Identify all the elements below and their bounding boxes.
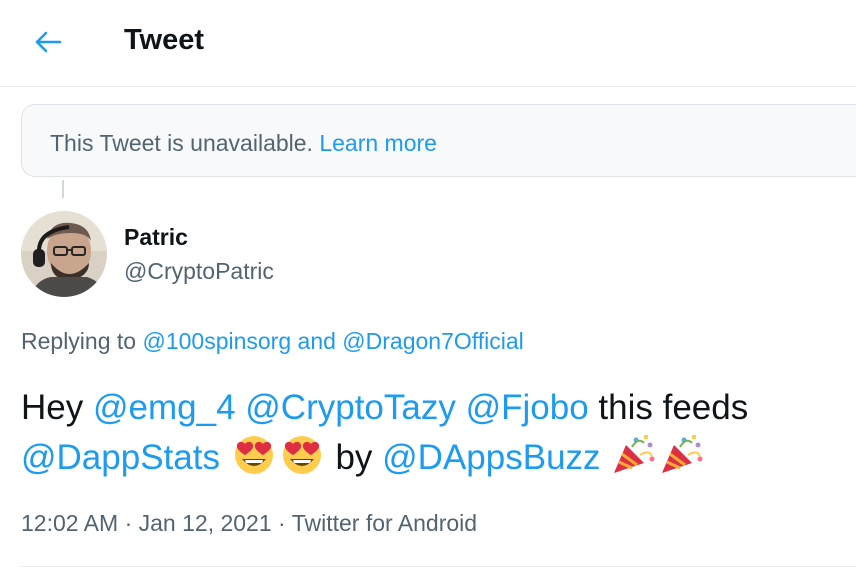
meta-separator: · — [124, 510, 133, 536]
notice-message: This Tweet is unavailable. — [50, 130, 313, 156]
notice-text-line: This Tweet is unavailable. Learn more — [50, 130, 437, 157]
profile-photo — [21, 211, 107, 297]
reply-conjunction[interactable]: and — [298, 328, 336, 354]
meta-divider — [21, 566, 856, 567]
author-name[interactable]: Patric — [124, 224, 188, 251]
reply-mention-2[interactable]: @Dragon7Official — [342, 328, 523, 354]
tweet-date[interactable]: Jan 12, 2021 — [139, 510, 272, 536]
thread-connector — [62, 180, 64, 198]
replying-to-label: Replying to — [21, 328, 137, 354]
tweet-source[interactable]: Twitter for Android — [292, 510, 477, 536]
mention-link[interactable]: @CryptoTazy — [245, 388, 456, 427]
party-popper-icon — [610, 433, 658, 475]
unavailable-notice: This Tweet is unavailable. Learn more — [21, 104, 856, 177]
heart-eyes-icon — [230, 433, 278, 475]
avatar[interactable] — [21, 211, 107, 297]
reply-mention-1[interactable]: @100spinsorg — [142, 328, 291, 354]
tweet-word: by — [335, 438, 373, 477]
arrow-left-icon — [35, 31, 62, 53]
meta-separator: · — [278, 510, 286, 536]
tweet-word: Hey — [21, 388, 84, 427]
mention-link[interactable]: @emg_4 — [93, 388, 236, 427]
back-button[interactable] — [30, 24, 66, 60]
learn-more-link[interactable]: Learn more — [319, 130, 437, 156]
author-handle[interactable]: @CryptoPatric — [124, 258, 274, 285]
tweet-word: this feeds — [598, 388, 749, 427]
page-title: Tweet — [124, 24, 205, 56]
header-divider — [0, 86, 856, 87]
mention-link[interactable]: @DappStats — [21, 438, 220, 477]
page-header: Tweet — [0, 0, 856, 86]
tweet-text: Hey @emg_4 @CryptoTazy @Fjobo this feeds… — [21, 383, 841, 483]
tweet-time[interactable]: 12:02 AM — [21, 510, 118, 536]
tweet-meta: 12:02 AM · Jan 12, 2021 · Twitter for An… — [21, 510, 477, 537]
mention-link[interactable]: @DAppsBuzz — [382, 438, 600, 477]
mention-link[interactable]: @Fjobo — [466, 388, 589, 427]
replying-to-line: Replying to @100spinsorg and @Dragon7Off… — [21, 328, 524, 355]
heart-eyes-icon — [278, 433, 326, 475]
party-popper-icon — [658, 433, 706, 475]
